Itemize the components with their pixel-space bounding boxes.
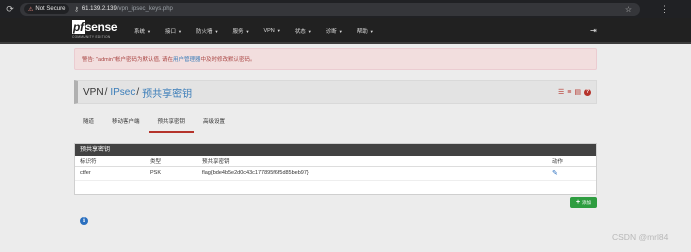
tab-pre-shared-keys[interactable]: 预共享密钥 [148, 113, 195, 133]
menu-system-label: 系统 [134, 29, 146, 35]
column-header: 预共享密钥 [197, 156, 547, 167]
pfsense-logo[interactable]: pfsense COMMUNITY EDITION [72, 20, 118, 39]
caret-down-icon: ▼ [214, 29, 219, 34]
menu-interfaces-label: 接口 [164, 29, 176, 35]
column-header: 类型 [145, 156, 197, 167]
cell-actions: ✎ [547, 166, 596, 181]
logout-icon[interactable]: ⇥ [590, 26, 597, 35]
logo-sense: sense [84, 20, 118, 34]
caret-down-icon: ▼ [369, 29, 374, 34]
alert-prefix: 警告: "admin"帐户密码为默认值, 请在 [82, 57, 173, 63]
table-row[interactable]: ctfer PSK flag{bde4b5e2d0c43c177895f6f5d… [75, 166, 596, 181]
tab-advanced-settings[interactable]: 高级设置 [194, 113, 234, 133]
cell-key: flag{bde4b5e2d0c43c177895f6f5d85beb97} [197, 166, 547, 181]
cell-type: PSK [145, 166, 197, 181]
caret-down-icon: ▼ [338, 29, 343, 34]
panel-title: 预共享密钥 [75, 144, 596, 156]
menu-firewall[interactable]: 防火墙 ▼ [196, 27, 218, 35]
menu-diagnostics[interactable]: 诊断 ▼ [326, 27, 343, 35]
browser-toolbar: ⟳ ⚠ Not Secure ⚷ 61.139.2.139/vpn_ipsec_… [0, 0, 691, 18]
watermark: CSDN @mrl84 [612, 232, 669, 242]
menu-help-label: 帮助 [356, 29, 368, 35]
menu-system[interactable]: 系统 ▼ [134, 27, 151, 35]
help-icon[interactable]: ? [584, 88, 591, 96]
address-bar[interactable]: ⚠ Not Secure ⚷ 61.139.2.139/vpn_ipsec_ke… [20, 2, 640, 16]
column-header: 动作 [547, 156, 596, 167]
info-icon[interactable]: i [80, 217, 88, 225]
page-tools: ☰ ≡ ▤ ? [558, 88, 591, 96]
alert-suffix: 中及时修改默认密码。 [200, 57, 256, 63]
key-icon[interactable]: ⚷ [74, 6, 78, 13]
security-label: Not Secure [35, 6, 66, 12]
menu-diagnostics-label: 诊断 [325, 29, 337, 35]
breadcrumb-separator: / [136, 86, 140, 98]
plus-icon: + [575, 199, 581, 206]
breadcrumb-current[interactable]: 预共享密钥 [142, 85, 192, 100]
breadcrumb: VPN / IPsec / 预共享密钥 ☰ ≡ ▤ ? [74, 80, 597, 104]
edit-pencil-icon[interactable]: ✎ [552, 170, 558, 177]
caret-down-icon: ▼ [245, 29, 250, 34]
menu-status[interactable]: 状态 ▼ [295, 27, 312, 35]
reload-icon[interactable]: ⟳ [4, 0, 16, 18]
tab-mobile-clients[interactable]: 移动客户端 [103, 113, 149, 133]
menu-firewall-label: 防火墙 [195, 29, 213, 35]
menu-status-label: 状态 [294, 29, 306, 35]
security-indicator[interactable]: ⚠ Not Secure [24, 4, 70, 14]
caret-down-icon: ▼ [307, 29, 312, 34]
default-password-alert: 警告: "admin"帐户密码为默认值, 请在 用户管理器 中及时修改默认密码。 [74, 48, 597, 70]
top-navbar: pfsense COMMUNITY EDITION 系统 ▼ 接口 ▼ 防火墙 ▼ 服… [0, 18, 691, 44]
menu-services-label: 服务 [232, 29, 244, 35]
ipsec-tabs: 隧道 移动客户端 预共享密钥 高级设置 [74, 113, 597, 133]
add-button-label: 添加 [582, 199, 592, 205]
logo-pf: pf [72, 20, 85, 34]
caret-down-icon: ▼ [276, 28, 281, 33]
url-host: 61.139.2.139 [81, 6, 117, 12]
caret-down-icon: ▼ [147, 29, 151, 34]
table-header-row: 标识符 类型 预共享密钥 动作 [75, 156, 596, 167]
column-header: 标识符 [75, 156, 145, 167]
menu-vpn[interactable]: VPN ▼ [263, 28, 280, 34]
breadcrumb-ipsec-link[interactable]: IPsec [110, 87, 135, 98]
breadcrumb-separator: / [104, 86, 108, 98]
logo-edition: COMMUNITY EDITION [72, 35, 111, 39]
psk-panel: 预共享密钥 标识符 类型 预共享密钥 动作 ctfer PSK flag{bde… [74, 143, 597, 195]
add-button[interactable]: + 添加 [570, 197, 597, 208]
menu-help[interactable]: 帮助 ▼ [357, 27, 374, 35]
chart-icon[interactable]: ▤ [574, 88, 581, 96]
tab-tunnels[interactable]: 隧道 [74, 113, 103, 133]
menu-interfaces[interactable]: 接口 ▼ [165, 27, 182, 35]
bookmark-star-icon[interactable]: ☆ [625, 5, 632, 14]
caret-down-icon: ▼ [178, 29, 182, 34]
warning-icon: ⚠ [28, 6, 34, 13]
menu-vpn-label: VPN [263, 28, 275, 34]
breadcrumb-vpn: VPN [83, 86, 104, 98]
user-manager-link[interactable]: 用户管理器 [173, 55, 201, 63]
main-menu: 系统 ▼ 接口 ▼ 防火墙 ▼ 服务 ▼ VPN ▼ 状态 ▼ 诊断 ▼ 帮助 ▼ [134, 18, 388, 44]
menu-services[interactable]: 服务 ▼ [232, 27, 249, 35]
psk-table: 标识符 类型 预共享密钥 动作 ctfer PSK flag{bde4b5e2d… [75, 156, 596, 181]
url-path: /vpn_ipsec_keys.php [116, 6, 173, 12]
list-icon[interactable]: ≡ [567, 89, 571, 96]
more-menu-icon[interactable]: ⋮ [660, 4, 669, 15]
cell-identifier: ctfer [75, 166, 145, 181]
url-text: 61.139.2.139/vpn_ipsec_keys.php [82, 6, 173, 12]
sliders-icon[interactable]: ☰ [558, 88, 564, 96]
